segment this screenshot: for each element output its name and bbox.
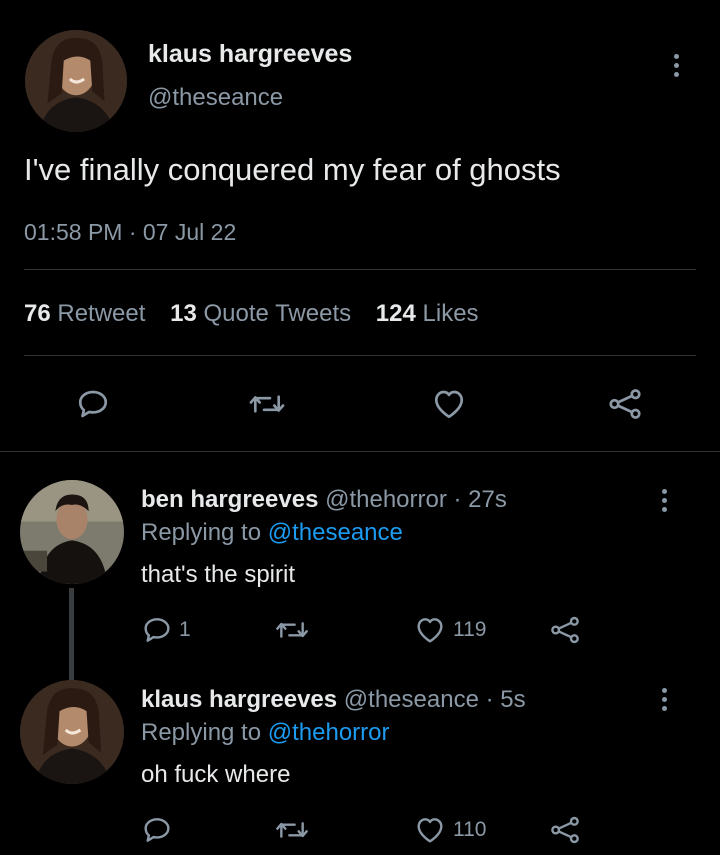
tweet-timestamp[interactable]: 01:58 PM · 07 Jul 22 [24, 219, 236, 246]
share-button[interactable] [549, 814, 581, 846]
more-options-button[interactable] [674, 54, 679, 77]
avatar-portrait-icon [20, 680, 124, 784]
reply-author-name[interactable]: klaus hargreeves [141, 686, 337, 713]
reply-author-name[interactable]: ben hargreeves [141, 486, 318, 513]
share-button[interactable] [549, 614, 581, 646]
tweet-stats: 76 Retweet 13 Quote Tweets 124 Likes [24, 300, 479, 328]
retweet-arrows-icon [276, 822, 308, 838]
more-options-button[interactable] [662, 489, 667, 512]
retweet-button[interactable] [274, 814, 316, 846]
retweet-button[interactable] [274, 614, 316, 646]
like-button[interactable]: 110 [413, 814, 486, 846]
reply-age: · 27s [453, 486, 507, 513]
dot-icon [662, 688, 667, 693]
quotes-count: 13 [170, 300, 197, 327]
reply-header: ben hargreeves @thehorror · 27s [141, 486, 507, 514]
dot-icon [662, 489, 667, 494]
like-count: 110 [453, 818, 487, 841]
dot-icon [674, 72, 679, 77]
share-button[interactable] [606, 386, 644, 422]
likes-count: 124 [375, 300, 416, 327]
like-count: 119 [453, 618, 487, 641]
retweet-arrows-icon [276, 622, 308, 638]
retweets-count: 76 [24, 300, 51, 327]
tweet-text: I've finally conquered my fear of ghosts [24, 152, 561, 187]
like-button[interactable]: 119 [413, 614, 486, 646]
speech-bubble-icon [144, 618, 170, 642]
divider [0, 451, 720, 452]
reply-header: klaus hargreeves @theseance · 5s [141, 686, 526, 714]
heart-icon [417, 618, 443, 643]
divider [24, 269, 696, 270]
dot-icon [674, 63, 679, 68]
share-nodes-icon [609, 389, 641, 419]
author-avatar[interactable] [25, 30, 127, 132]
thread-line [69, 588, 74, 680]
retweet-arrows-icon [249, 395, 285, 413]
dot-icon [674, 54, 679, 59]
quotes-stat[interactable]: 13 Quote Tweets [170, 300, 358, 327]
more-options-button[interactable] [662, 688, 667, 711]
divider [24, 355, 696, 356]
replying-to: Replying to @theseance [141, 519, 403, 547]
replying-to-handle[interactable]: @thehorror [268, 719, 390, 746]
replying-to: Replying to @thehorror [141, 719, 390, 747]
likes-label: Likes [422, 300, 479, 327]
dot-icon [662, 498, 667, 503]
reply-text: that's the spirit [141, 561, 295, 588]
speech-bubble-icon [144, 818, 170, 842]
like-button[interactable] [430, 386, 468, 422]
heart-icon [434, 390, 464, 419]
reply-author-handle[interactable]: @thehorror [325, 486, 447, 513]
dot-icon [662, 507, 667, 512]
retweets-label: Retweet [57, 300, 146, 327]
likes-stat[interactable]: 124 Likes [376, 300, 479, 327]
reply-button[interactable]: 1 [141, 614, 191, 646]
reply-text: oh fuck where [141, 761, 291, 788]
avatar-portrait-icon [20, 480, 124, 584]
reply-button[interactable] [75, 386, 111, 422]
avatar-portrait-icon [25, 30, 127, 132]
author-handle[interactable]: @theseance [148, 84, 283, 112]
replying-to-label: Replying to [141, 719, 262, 746]
reply-age: · 5s [485, 686, 526, 713]
replying-to-handle[interactable]: @theseance [268, 519, 403, 546]
author-name[interactable]: klaus hargreeves [148, 40, 352, 69]
reply-avatar[interactable] [20, 680, 124, 784]
reply-count: 1 [179, 618, 191, 641]
reply-author-handle[interactable]: @theseance [344, 686, 479, 713]
speech-bubble-icon [78, 390, 108, 418]
reply-avatar[interactable] [20, 480, 124, 584]
share-nodes-icon [551, 616, 579, 644]
heart-icon [417, 818, 443, 843]
retweets-stat[interactable]: 76 Retweet [24, 300, 152, 327]
reply-button[interactable] [141, 814, 179, 846]
quotes-label: Quote Tweets [203, 300, 352, 327]
dot-icon [662, 706, 667, 711]
dot-icon [662, 697, 667, 702]
retweet-button[interactable] [248, 386, 286, 422]
share-nodes-icon [551, 816, 579, 844]
replying-to-label: Replying to [141, 519, 262, 546]
